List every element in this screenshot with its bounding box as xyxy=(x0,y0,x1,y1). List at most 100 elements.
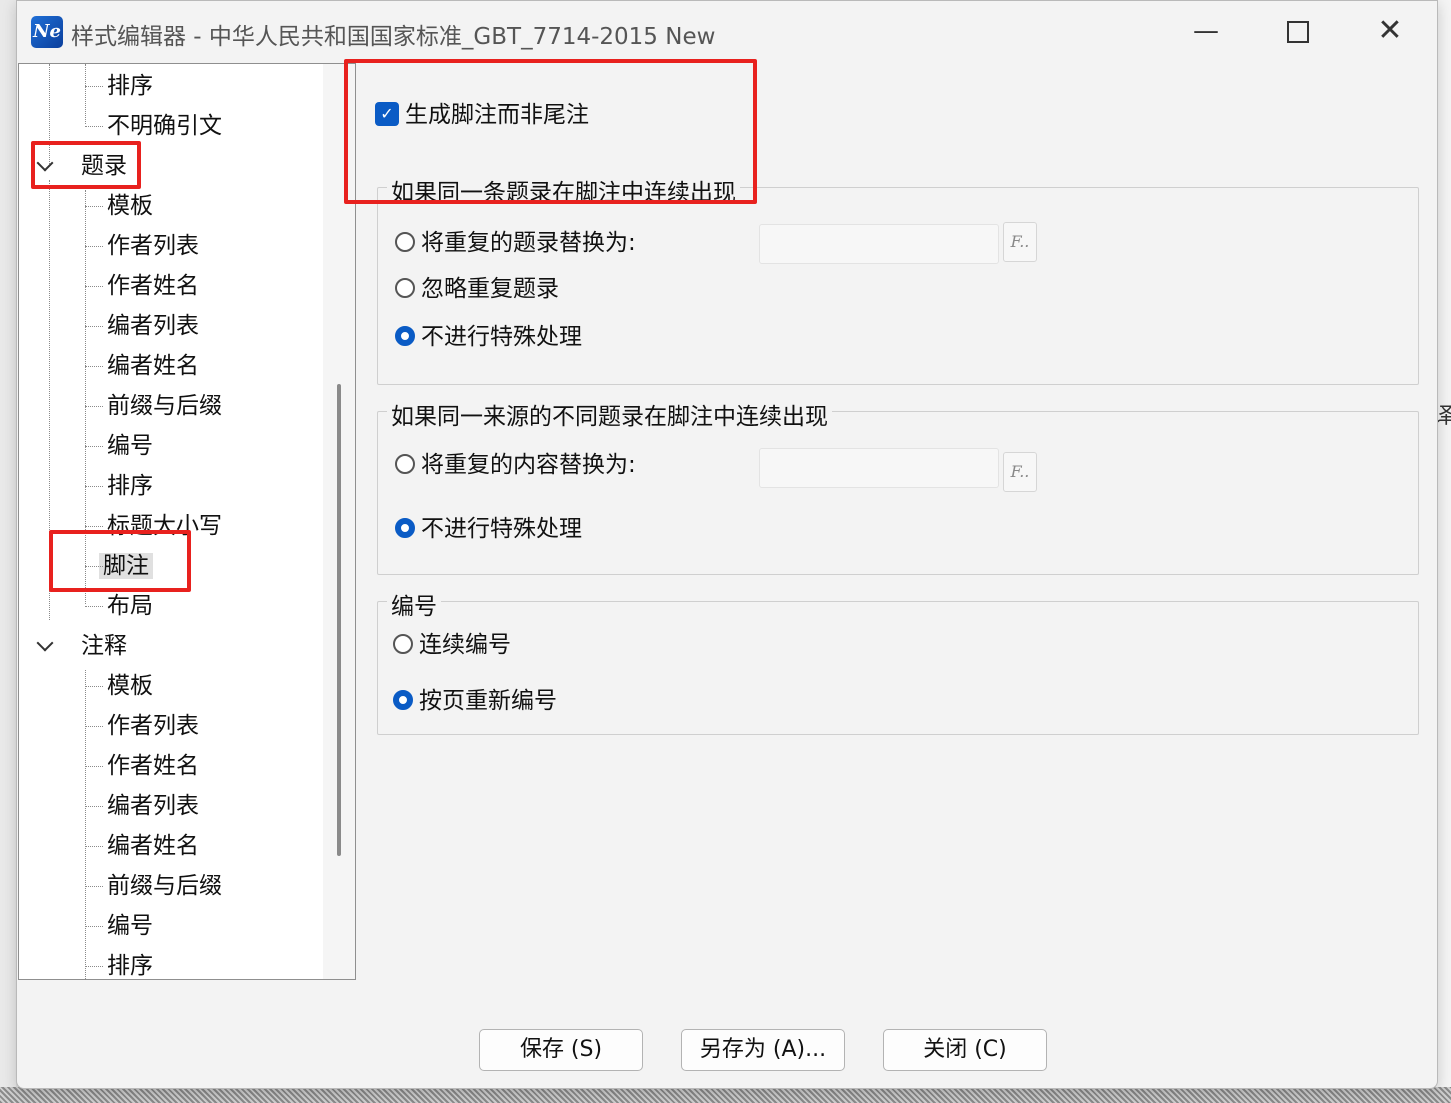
tree-item-annotation[interactable]: 注释 xyxy=(33,628,131,664)
tree-item-label: 排序 xyxy=(107,473,153,499)
checkbox-checked-icon: ✓ xyxy=(375,101,399,126)
numbering-legend: 编号 xyxy=(387,587,441,621)
tree-item-label: 排序 xyxy=(107,953,153,979)
tree-guide xyxy=(85,286,103,287)
tree-item-sort[interactable]: 排序 xyxy=(85,68,157,104)
window-title: 样式编辑器 - 中华人民共和国国家标准_GBT_7714-2015 New xyxy=(71,24,716,50)
tree-item-label: 前缀与后缀 xyxy=(107,873,222,899)
tree-item-author-name[interactable]: 作者姓名 xyxy=(85,748,203,784)
tree-guide xyxy=(85,886,103,887)
tree-guide xyxy=(85,726,103,727)
radio-icon xyxy=(393,633,413,654)
tree-item-bibliography[interactable]: 题录 xyxy=(33,148,131,184)
repeated-citation-legend: 如果同一条题录在脚注中连续出现 xyxy=(387,173,740,207)
maximize-icon xyxy=(1287,20,1309,43)
tree-item-prefix-suffix[interactable]: 前缀与后缀 xyxy=(85,388,226,424)
tree-item-label: 题录 xyxy=(81,153,127,179)
tree-item-author-list[interactable]: 作者列表 xyxy=(85,228,203,264)
tree-item-title-case[interactable]: 标题大小写 xyxy=(85,508,226,544)
tree-item-label: 作者列表 xyxy=(107,713,199,739)
field-insert-button[interactable]: F.. xyxy=(1003,222,1037,262)
tree-guide xyxy=(85,406,103,407)
tree-guide xyxy=(85,686,103,687)
tree-item-label: 模板 xyxy=(107,673,153,699)
tree-item-label: 编者姓名 xyxy=(107,353,199,379)
tree-item-label: 不明确引文 xyxy=(107,113,222,139)
tree-item-author-list[interactable]: 作者列表 xyxy=(85,708,203,744)
no-special-handling-radio[interactable]: 不进行特殊处理 xyxy=(395,321,582,353)
replace-repeated-content-radio[interactable]: 将重复的内容替换为: xyxy=(395,449,636,481)
save-as-button[interactable]: 另存为 (A)... xyxy=(681,1029,845,1071)
repeated-citation-replacement-input[interactable] xyxy=(759,224,999,264)
radio-selected-icon xyxy=(393,689,413,710)
tree-item-sort[interactable]: 排序 xyxy=(85,468,157,504)
tree-guide xyxy=(85,206,103,207)
close-window-button[interactable]: ✕ xyxy=(1367,11,1413,51)
checkbox-label: 生成脚注而非尾注 xyxy=(405,102,589,128)
field-insert-button[interactable]: F.. xyxy=(1003,452,1037,492)
repeated-content-replacement-input[interactable] xyxy=(759,448,999,488)
tree-item-editor-list[interactable]: 编者列表 xyxy=(85,308,203,344)
tree-item-footnotes[interactable]: 脚注 xyxy=(85,548,153,584)
radio-icon xyxy=(395,453,415,474)
tree-scrollbar[interactable] xyxy=(323,64,355,979)
tree-item-layout[interactable]: 布局 xyxy=(85,588,157,624)
tree-item-label: 模板 xyxy=(107,193,153,219)
tree-item-numbering[interactable]: 编号 xyxy=(85,908,157,944)
tree-guide xyxy=(85,606,103,607)
tree-item-template[interactable]: 模板 xyxy=(85,188,157,224)
chevron-down-icon[interactable] xyxy=(36,634,54,652)
tree-item-label: 作者列表 xyxy=(107,233,199,259)
background-app-left-strip xyxy=(0,0,16,1103)
tree-item-editor-name[interactable]: 编者姓名 xyxy=(85,828,203,864)
radio-label: 连续编号 xyxy=(419,632,511,658)
chevron-down-icon[interactable] xyxy=(36,154,54,172)
style-editor-window: Ne 样式编辑器 - 中华人民共和国国家标准_GBT_7714-2015 New… xyxy=(16,0,1438,1089)
tree-item-prefix-suffix[interactable]: 前缀与后缀 xyxy=(85,868,226,904)
radio-label: 不进行特殊处理 xyxy=(421,516,582,542)
tree-item-editor-list[interactable]: 编者列表 xyxy=(85,788,203,824)
save-button[interactable]: 保存 (S) xyxy=(479,1029,643,1071)
restart-each-page-radio[interactable]: 按页重新编号 xyxy=(393,685,557,717)
tree-guide xyxy=(85,806,103,807)
tree-item-numbering[interactable]: 编号 xyxy=(85,428,157,464)
same-source-legend: 如果同一来源的不同题录在脚注中连续出现 xyxy=(387,397,832,431)
tree-scrollbar-thumb[interactable] xyxy=(337,384,341,856)
radio-selected-icon xyxy=(395,325,415,346)
tree-guide xyxy=(85,846,103,847)
tree-item-author-name[interactable]: 作者姓名 xyxy=(85,268,203,304)
same-source-group xyxy=(377,411,1419,575)
radio-label: 不进行特殊处理 xyxy=(421,324,582,350)
footnote-instead-of-endnote-checkbox[interactable]: ✓ 生成脚注而非尾注 xyxy=(375,99,589,131)
tree-item-label: 作者姓名 xyxy=(107,753,199,779)
tree-guide xyxy=(85,86,103,87)
tree-item-label: 标题大小写 xyxy=(107,513,222,539)
tree-item-label: 编者列表 xyxy=(107,313,199,339)
tree-item-label: 作者姓名 xyxy=(107,273,199,299)
background-app-right-strip: 译 xyxy=(1432,0,1451,1103)
tree-item-label: 编者姓名 xyxy=(107,833,199,859)
tree-item-ambiguous-citation[interactable]: 不明确引文 xyxy=(85,108,226,144)
app-icon: Ne xyxy=(31,16,63,48)
maximize-button[interactable] xyxy=(1275,11,1321,51)
tree-guide xyxy=(85,446,103,447)
ignore-repeated-citation-radio[interactable]: 忽略重复题录 xyxy=(395,273,559,305)
replace-repeated-citation-radio[interactable]: 将重复的题录替换为: xyxy=(395,227,636,259)
tree-guide xyxy=(85,126,103,127)
background-app-bottom-strip xyxy=(0,1087,1451,1103)
tree-guide xyxy=(85,326,103,327)
tree-guide xyxy=(85,926,103,927)
tree-item-editor-name[interactable]: 编者姓名 xyxy=(85,348,203,384)
footnote-settings-panel: ✓ 生成脚注而非尾注 如果同一条题录在脚注中连续出现 将重复的题录替换为: F..… xyxy=(357,63,1423,978)
no-special-handling-radio[interactable]: 不进行特殊处理 xyxy=(395,513,582,545)
close-button[interactable]: 关闭 (C) xyxy=(883,1029,1047,1071)
minimize-button[interactable]: — xyxy=(1183,11,1229,51)
tree-panel[interactable]: 排序 不明确引文 题录 模板 作者列表 作者姓名 编者列表 编者姓名 前缀与后缀… xyxy=(18,63,356,980)
continuous-numbering-radio[interactable]: 连续编号 xyxy=(393,629,511,661)
radio-label: 将重复的题录替换为: xyxy=(421,230,636,256)
tree-item-label: 编者列表 xyxy=(107,793,199,819)
tree-item-template[interactable]: 模板 xyxy=(85,668,157,704)
tree-item-sort[interactable]: 排序 xyxy=(85,948,157,979)
radio-label: 按页重新编号 xyxy=(419,688,557,714)
title-bar: Ne 样式编辑器 - 中华人民共和国国家标准_GBT_7714-2015 New… xyxy=(17,1,1437,63)
